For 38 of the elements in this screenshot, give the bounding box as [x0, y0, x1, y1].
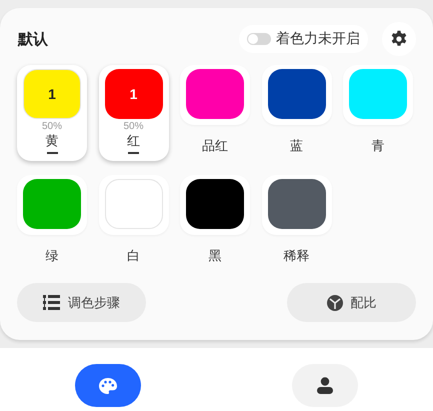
swatch-name: 黑 [208, 248, 222, 265]
swatch-name: 稀释 [284, 248, 310, 265]
settings-icon [390, 30, 408, 48]
swatch-name: 青 [372, 138, 384, 155]
palette-tab[interactable] [75, 364, 142, 407]
ratio-button[interactable]: 配比 [287, 283, 416, 322]
swatch-name: 白 [127, 248, 140, 265]
pie-icon [326, 294, 342, 310]
section-title: 默认 [18, 30, 49, 48]
tinting-toggle[interactable]: 着色力未开启 [239, 25, 368, 53]
person-icon [316, 377, 333, 394]
color-swatch[interactable]: 1 50% 红 [98, 65, 168, 161]
color-swatch[interactable] [262, 65, 332, 125]
swatch-name: 黄 [46, 132, 58, 150]
color-swatch[interactable] [180, 175, 250, 235]
color-swatch[interactable]: 1 50% 黄 [17, 65, 87, 161]
selected-underline [46, 152, 58, 154]
swatch-name: 绿 [46, 248, 58, 265]
toggle-label: 着色力未开启 [276, 30, 360, 48]
swatch-count: 1 [130, 86, 138, 102]
color-swatch[interactable] [180, 65, 250, 125]
steps-button[interactable]: 调色步骤 [17, 283, 146, 322]
swatch-name: 红 [127, 132, 140, 150]
swatch-count: 1 [48, 86, 56, 102]
swatch-name: 品红 [202, 138, 228, 155]
color-swatch[interactable] [17, 175, 87, 235]
swatch-percent: 50% [42, 121, 62, 132]
selected-underline [128, 152, 139, 154]
color-swatch[interactable] [98, 175, 168, 235]
toggle-switch[interactable] [247, 33, 271, 45]
swatch-name: 蓝 [290, 138, 303, 155]
palette-icon [99, 378, 118, 394]
color-swatch[interactable] [343, 65, 413, 125]
settings-button[interactable] [382, 22, 416, 56]
swatch-percent: 50% [123, 121, 144, 132]
list-icon [43, 295, 60, 310]
color-swatch[interactable] [262, 175, 332, 235]
profile-tab[interactable] [292, 364, 358, 407]
